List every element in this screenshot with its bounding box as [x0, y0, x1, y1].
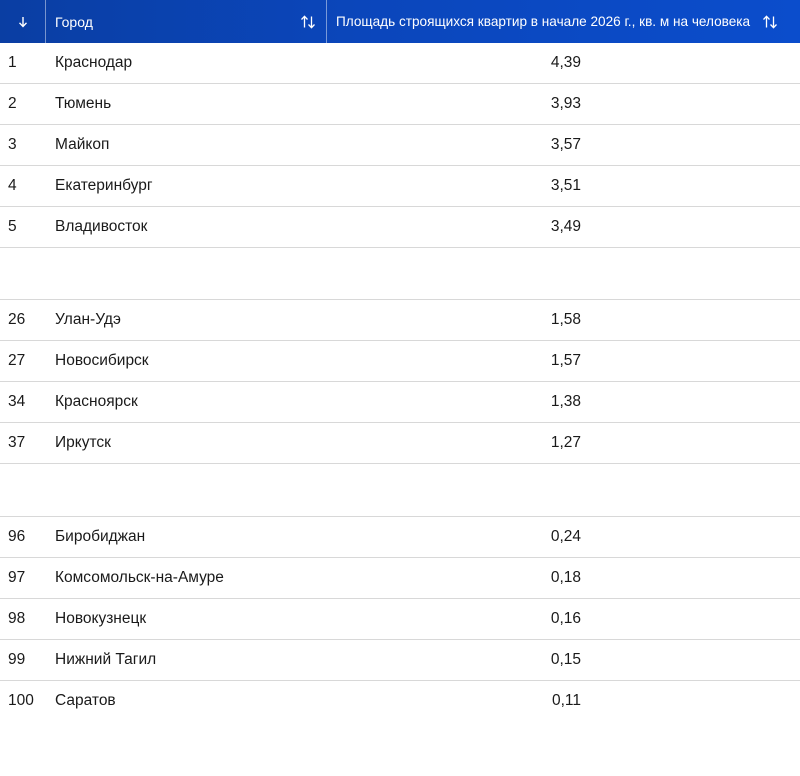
rank-cell: 97	[8, 569, 26, 586]
value-cell: 3,49	[550, 218, 581, 235]
rank-cell: 37	[8, 434, 26, 451]
value-cell: 3,93	[550, 95, 581, 112]
city-cell: Екатеринбург	[55, 177, 153, 194]
group-separator	[0, 248, 800, 300]
rank-cell: 98	[8, 610, 26, 627]
city-cell: Майкоп	[55, 136, 110, 153]
rank-cell: 2	[8, 95, 17, 112]
value-cell: 0,11	[551, 692, 581, 709]
table-row: 99 Нижний Тагил 0,15	[0, 640, 800, 681]
city-cell: Владивосток	[55, 218, 148, 235]
row-group-middle: 26 Улан-Удэ 1,58 27 Новосибирск 1,57 34 …	[0, 300, 800, 464]
rank-column-header[interactable]	[0, 0, 46, 43]
table-row: 27 Новосибирск 1,57	[0, 341, 800, 382]
table-row: 96 Биробиджан 0,24	[0, 517, 800, 558]
table-header: Город Площадь строящихся квартир в начал…	[0, 0, 800, 43]
rank-cell: 3	[8, 136, 17, 153]
rank-cell: 27	[8, 352, 26, 369]
value-cell: 0,24	[550, 528, 581, 545]
table-row: 100 Саратов 0,11	[0, 681, 800, 721]
rank-cell: 100	[8, 692, 34, 709]
city-cell: Иркутск	[55, 434, 111, 451]
city-cell: Саратов	[55, 692, 116, 709]
table-row: 2 Тюмень 3,93	[0, 84, 800, 125]
table-row: 34 Красноярск 1,38	[0, 382, 800, 423]
city-cell: Тюмень	[55, 95, 112, 112]
value-cell: 1,58	[550, 311, 581, 328]
value-column-label: Площадь строящихся квартир в начале 2026…	[336, 14, 751, 29]
rank-cell: 26	[8, 311, 26, 328]
value-cell: 1,57	[550, 352, 581, 369]
table-row: 98 Новокузнецк 0,16	[0, 599, 800, 640]
value-cell: 0,18	[550, 569, 581, 586]
table-row: 97 Комсомольск-на-Амуре 0,18	[0, 558, 800, 599]
rank-cell: 99	[8, 651, 26, 668]
rank-cell: 1	[8, 54, 17, 71]
city-cell: Улан-Удэ	[55, 311, 121, 328]
rank-cell: 96	[8, 528, 26, 545]
value-cell: 4,39	[550, 54, 581, 71]
rank-cell: 34	[8, 393, 26, 410]
city-cell: Краснодар	[55, 54, 133, 71]
table-row: 5 Владивосток 3,49	[0, 207, 800, 248]
value-cell: 0,15	[550, 651, 581, 668]
sort-updown-icon[interactable]	[300, 14, 316, 29]
value-cell: 3,51	[550, 177, 581, 194]
table-row: 37 Иркутск 1,27	[0, 423, 800, 464]
table-row: 1 Краснодар 4,39	[0, 43, 800, 84]
row-group-bottom: 96 Биробиджан 0,24 97 Комсомольск-на-Аму…	[0, 517, 800, 721]
city-cell: Биробиджан	[55, 528, 146, 545]
city-column-label: Город	[55, 13, 93, 30]
arrow-down-icon	[18, 16, 28, 28]
value-cell: 1,27	[550, 434, 581, 451]
value-cell: 1,38	[550, 393, 581, 410]
city-cell: Новосибирск	[55, 352, 149, 369]
city-cell: Новокузнецк	[55, 610, 147, 627]
group-separator	[0, 464, 800, 517]
value-cell: 0,16	[550, 610, 581, 627]
value-column-header[interactable]: Площадь строящихся квартир в начале 2026…	[327, 0, 800, 43]
table-row: 4 Екатеринбург 3,51	[0, 166, 800, 207]
city-column-header[interactable]: Город	[46, 0, 327, 43]
rank-cell: 4	[8, 177, 17, 194]
city-cell: Нижний Тагил	[55, 651, 157, 668]
rank-cell: 5	[8, 218, 17, 235]
sort-updown-icon[interactable]	[762, 14, 778, 29]
ranking-table: Город Площадь строящихся квартир в начал…	[0, 0, 800, 721]
table-row: 26 Улан-Удэ 1,58	[0, 300, 800, 341]
row-group-top: 1 Краснодар 4,39 2 Тюмень 3,93 3 Майкоп …	[0, 43, 800, 248]
city-cell: Красноярск	[55, 393, 138, 410]
city-cell: Комсомольск-на-Амуре	[55, 569, 224, 586]
value-cell: 3,57	[550, 136, 581, 153]
table-row: 3 Майкоп 3,57	[0, 125, 800, 166]
